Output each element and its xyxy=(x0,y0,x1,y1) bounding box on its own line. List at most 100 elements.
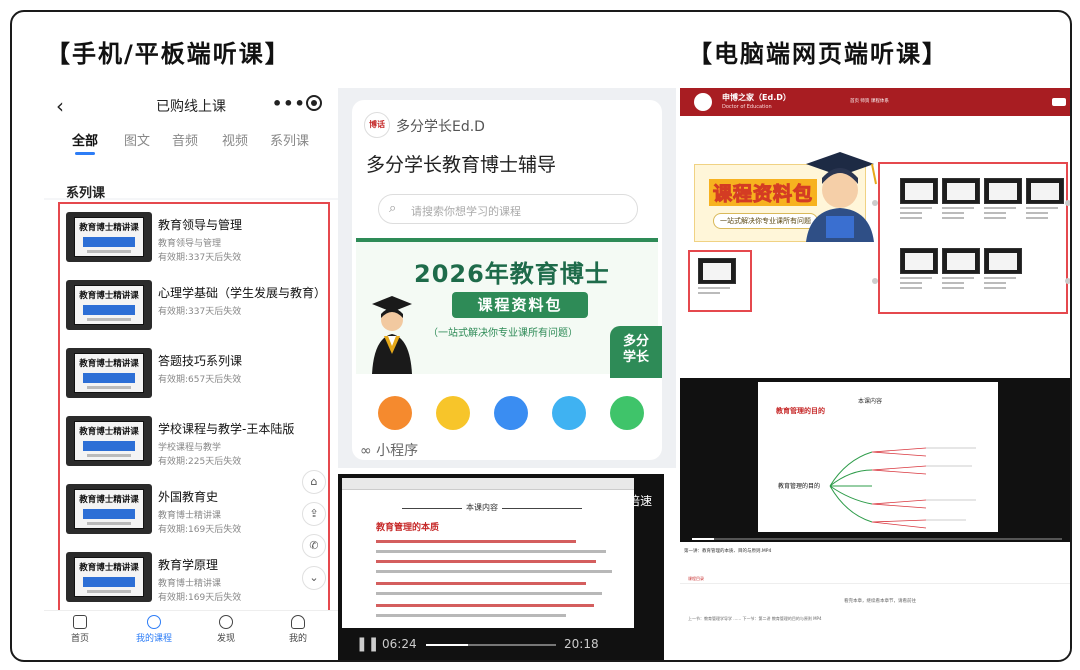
chevron-down-icon[interactable]: ⌄ xyxy=(302,566,326,590)
text-line xyxy=(376,582,586,585)
progress-slider[interactable] xyxy=(692,538,1062,540)
course-card[interactable] xyxy=(900,178,940,219)
total-time: 20:18 xyxy=(564,637,599,651)
list-item[interactable]: 教育博士精讲课 学校课程与教学-王本陆版 学校课程与教学 有效期:225天后失效 xyxy=(66,416,336,482)
more-dots-icon[interactable]: ••• xyxy=(272,94,306,113)
course-validity: 有效期:337天后失效 xyxy=(158,307,242,317)
course-card[interactable] xyxy=(984,178,1024,219)
website-video-page: 本课内容 教育管理的目的 教育管理的目的 第一讲：教育管理的本质、目的与原则.M… xyxy=(680,378,1070,660)
text-line xyxy=(376,550,606,553)
home-icon[interactable]: ⌂ xyxy=(302,470,326,494)
login-button[interactable] xyxy=(1052,98,1066,106)
thumbnail-label: 教育博士精讲课 xyxy=(79,427,139,437)
text-line xyxy=(376,592,602,595)
course-card[interactable] xyxy=(942,178,982,219)
badge-line-2: 学长 xyxy=(622,350,649,365)
course-card[interactable] xyxy=(1026,178,1066,219)
bottom-nav: 首页 我的课程 发现 我的 xyxy=(44,610,338,650)
pause-icon[interactable]: ❚❚ xyxy=(356,636,379,652)
share-icon[interactable]: ⇪ xyxy=(302,502,326,526)
promo-banner[interactable]: 2026年教育博士 课程资料包 （一站式解决你专业课所有问题） 多分 学长 xyxy=(356,238,662,378)
lecture-heading: 教育管理的目的 xyxy=(776,407,825,415)
banner-subtitle: （一站式解决你专业课所有问题） xyxy=(428,328,578,339)
book-icon[interactable] xyxy=(378,396,412,430)
chapter-nav-row[interactable]: 上一节：教育管理学导学 …… 下一节：第二讲 教育管理的目的与原则 MP4 xyxy=(688,616,1066,622)
tab-all[interactable]: 全部 xyxy=(72,130,98,149)
text-line xyxy=(376,560,596,563)
nav-my-courses[interactable]: 我的课程 xyxy=(124,615,184,644)
nav-links[interactable]: 首页 师资 课程体系 xyxy=(850,98,889,104)
section-center-label: 本课内容 xyxy=(858,398,883,405)
record-icon[interactable] xyxy=(306,95,322,111)
site-name: 申博之家（Ed.D） xyxy=(722,93,791,102)
search-input[interactable]: ⌕ 请搜索你想学习的课程 xyxy=(378,194,638,224)
banner-badge: 多分 学长 xyxy=(610,326,662,378)
course-title: 教育领导与管理 xyxy=(158,218,243,232)
progress-fill xyxy=(426,644,468,646)
section-label: 系列课 xyxy=(66,186,106,201)
mobile-video-player[interactable]: 本课内容 教育管理的本质 ⊙倍速 ❚❚ 06:24 20:18 xyxy=(338,474,664,660)
desktop-section-title: 【电脑端网页端听课】 xyxy=(688,40,948,68)
course-title: 学校课程与教学-王本陆版 xyxy=(158,422,295,436)
nav-label: 我的 xyxy=(288,634,307,644)
video-caption: 第一讲：教育管理的本质、目的与原则.MP4 xyxy=(684,549,772,554)
badge-line-1: 多分 xyxy=(622,334,649,349)
lecture-document: 本课内容 教育管理的目的 教育管理的目的 xyxy=(758,382,998,532)
audio-icon[interactable] xyxy=(436,396,470,430)
list-item[interactable]: 教育博士精讲课 答题技巧系列课 有效期:657天后失效 xyxy=(66,348,336,414)
explore-icon[interactable] xyxy=(552,396,586,430)
text-line xyxy=(376,604,594,607)
user-icon xyxy=(291,615,305,629)
mind-map: 教育管理的目的 xyxy=(778,447,976,529)
nav-home[interactable]: 首页 xyxy=(50,615,110,644)
carousel-prev-icon[interactable] xyxy=(872,200,878,206)
course-title: 答题技巧系列课 xyxy=(158,354,243,368)
course-thumbnail: 教育博士精讲课 xyxy=(66,280,152,330)
progress-slider[interactable] xyxy=(426,644,556,646)
category-icons xyxy=(366,390,648,438)
course-thumbnail: 教育博士精讲课 xyxy=(66,416,152,466)
list-item[interactable]: 教育博士精讲课 心理学基础（学生发展与教育） 有效期:337天后失效 xyxy=(66,280,336,346)
video-icon[interactable] xyxy=(494,396,528,430)
course-validity: 有效期:225天后失效 xyxy=(158,457,242,467)
nav-label: 首页 xyxy=(70,634,89,644)
carousel-prev-icon[interactable] xyxy=(872,278,878,284)
player-controls: ❚❚ 06:24 20:18 xyxy=(338,632,664,660)
course-card[interactable] xyxy=(900,248,940,289)
course-icon xyxy=(147,615,161,629)
desktop-video-player[interactable]: 本课内容 教育管理的目的 教育管理的目的 xyxy=(680,378,1070,542)
nav-profile[interactable]: 我的 xyxy=(268,615,328,644)
list-item[interactable]: 教育博士精讲课 教育学原理 教育博士精讲课 有效期:169天后失效 xyxy=(66,552,336,618)
student-illustration xyxy=(806,152,877,242)
course-card[interactable] xyxy=(984,248,1024,289)
course-card[interactable] xyxy=(942,248,982,289)
carousel-next-icon[interactable] xyxy=(1065,200,1070,206)
mini-program-title: 多分学长教育博士辅导 xyxy=(366,154,557,176)
tab-catalog[interactable]: 课程目录 xyxy=(688,576,704,582)
website-home: 申博之家（Ed.D） Doctor of Education 首页 师资 课程体… xyxy=(680,88,1070,364)
active-tab-indicator xyxy=(75,152,95,155)
site-logo[interactable] xyxy=(694,93,712,111)
tab-video[interactable]: 视频 xyxy=(222,130,248,149)
calendar-icon[interactable] xyxy=(610,396,644,430)
brand-logo: 博话 xyxy=(364,112,390,138)
course-card[interactable] xyxy=(698,258,738,294)
mind-map-center: 教育管理的目的 xyxy=(778,482,820,490)
list-item[interactable]: 教育博士精讲课 教育领导与管理 教育领导与管理 有效期:337天后失效 xyxy=(66,212,336,278)
tab-audio[interactable]: 音频 xyxy=(172,130,198,149)
speed-button[interactable]: ⊙倍速 xyxy=(618,492,652,509)
text-line xyxy=(376,540,576,543)
list-item[interactable]: 教育博士精讲课 外国教育史 教育博士精讲课 有效期:169天后失效 xyxy=(66,484,336,550)
tab-graphic[interactable]: 图文 xyxy=(124,130,150,149)
course-subtitle: 教育博士精讲课 xyxy=(158,511,222,521)
phone-icon[interactable]: ✆ xyxy=(302,534,326,558)
thumbnail-label: 教育博士精讲课 xyxy=(79,495,139,505)
progress-fill xyxy=(692,538,715,540)
carousel-next-icon[interactable] xyxy=(1065,278,1070,284)
tab-series[interactable]: 系列课 xyxy=(270,130,309,149)
course-grid xyxy=(878,162,1068,314)
thumbnail-label: 教育博士精讲课 xyxy=(79,291,139,301)
nav-discover[interactable]: 发现 xyxy=(196,615,256,644)
home-icon xyxy=(73,615,87,629)
thumbnail-label: 教育博士精讲课 xyxy=(79,563,139,573)
